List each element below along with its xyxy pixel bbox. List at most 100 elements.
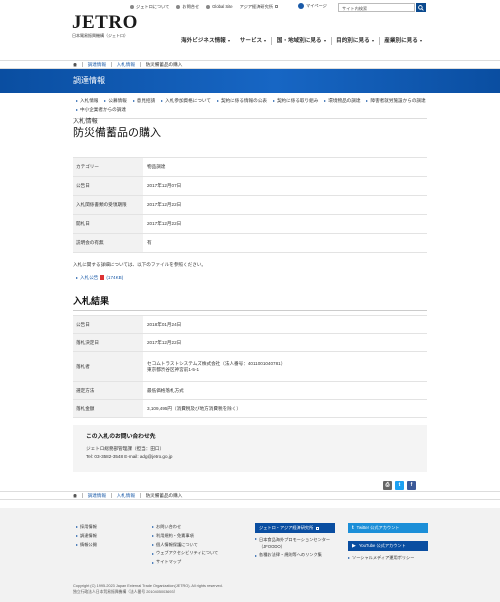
- arrow-right-icon: [104, 99, 107, 102]
- chevron-down-icon: [323, 39, 326, 42]
- utility-link-about[interactable]: ジェトロについて: [130, 4, 169, 9]
- user-icon: [298, 3, 304, 9]
- contact-heading: この入札のお問い合わせ先: [86, 434, 156, 440]
- nav-by-region[interactable]: 国・地域別に見る: [272, 38, 331, 45]
- mypage-link[interactable]: マイページ: [298, 3, 327, 9]
- search-icon: [418, 4, 424, 11]
- footer-col-1: 採用情報 調達情報 情報公開: [76, 523, 97, 549]
- section-title: 調達情報: [73, 76, 105, 85]
- table-row: 説明会の有無有: [73, 233, 427, 253]
- nav-services[interactable]: サービス: [235, 38, 271, 45]
- footer-link-careers[interactable]: 採用情報: [76, 523, 97, 532]
- details-section: カテゴリー 物品調達 公告日 2017年12月07日 入札関係書類の受領期限 2017…: [73, 157, 427, 253]
- results-table-wrap: 公告日 2018年01月24日 落札決定日 2017年12月22日 落札者 セコムトラ…: [73, 315, 427, 418]
- breadcrumb-divider: [139, 493, 141, 498]
- site-footer: 採用情報 調達情報 情報公開 お問い合わせ 利用規約・免責事項 個人情報保護につ…: [0, 508, 500, 602]
- arrow-right-icon: [216, 99, 219, 102]
- breadcrumb-bidding[interactable]: 入札情報: [117, 62, 135, 68]
- footer-link-sitemap[interactable]: サイトマップ: [152, 558, 218, 567]
- footer-link-accessibility[interactable]: ウェブアクセシビリティについて: [152, 549, 218, 558]
- table-row: 落札金額 3,109,495円（消費税及び地方消費税を除く）: [73, 399, 427, 418]
- breadcrumb-procurement[interactable]: 調達情報: [88, 493, 106, 499]
- subnav-contract-disclosure[interactable]: 契約に係る情報の公表: [216, 98, 267, 104]
- share-buttons: ⎙ t f: [383, 481, 416, 490]
- procurement-subnav: 入札情報 公募情報 意見招請 入札参加資格について 契約に係る情報の公表 契約に…: [0, 93, 430, 112]
- home-icon[interactable]: [73, 493, 77, 498]
- table-row: カテゴリー 物品調達: [73, 157, 427, 177]
- info-icon: [130, 4, 134, 9]
- arrow-right-icon: [152, 552, 154, 555]
- footer-ide-button[interactable]: ジェトロ・アジア経済研究所: [255, 523, 335, 533]
- youtube-icon: ▶: [352, 542, 356, 549]
- subnav-public-offering[interactable]: 公募情報: [104, 98, 127, 104]
- arrow-right-icon: [255, 538, 257, 540]
- copyright: Copyright (C) 1995-2023 Japan External T…: [73, 584, 223, 594]
- breadcrumb-divider: [82, 62, 83, 67]
- utility-link-ide[interactable]: アジア経済研究所: [240, 4, 278, 9]
- breadcrumb: 調達情報 入札情報 防災備蓄品の購入: [0, 491, 500, 500]
- pdf-link[interactable]: 入札公告 (174KB): [76, 275, 427, 281]
- details-table: カテゴリー 物品調達 公告日 2017年12月07日 入札関係書類の受領期限 2017…: [73, 157, 427, 253]
- footer-link-laws[interactable]: 各種お法律・規則等へのリンク集: [255, 552, 337, 559]
- subnav-qualification[interactable]: 入札参加資格について: [161, 98, 211, 104]
- section-banner: 調達情報: [0, 69, 500, 93]
- utility-link-contact[interactable]: お問合せ: [176, 4, 199, 9]
- arrow-right-icon: [366, 99, 369, 102]
- twitter-icon[interactable]: t: [395, 481, 404, 490]
- arrow-right-icon: [76, 544, 78, 547]
- results-heading: 入札結果: [73, 296, 110, 306]
- arrow-right-icon: [255, 554, 257, 557]
- footer-link-privacy[interactable]: 個人情報保護について: [152, 541, 218, 550]
- subnav-sme[interactable]: 中小企業者からの調達: [76, 107, 126, 113]
- table-row: 公告日 2018年01月24日: [73, 315, 427, 334]
- table-row: 落札者 セコムトラストシステムズ株式会社（法人番号：4011001040781）東…: [73, 351, 427, 382]
- home-icon[interactable]: [73, 62, 77, 67]
- nav-by-industry[interactable]: 産業別に見る: [379, 38, 427, 45]
- subnav-green-procurement[interactable]: 環境物品の調達: [324, 98, 360, 104]
- arrow-right-icon: [272, 99, 275, 102]
- pdf-icon: [100, 275, 105, 281]
- arrow-right-icon: [152, 561, 154, 564]
- main-nav: 海外ビジネス情報 サービス 国・地域別に見る 目的別に見る 産業別に見る: [176, 37, 427, 45]
- footer-link-jfoodo[interactable]: 日本食品海外プロモーションセンター（JFOODO）: [255, 537, 337, 550]
- results-section: 入札結果: [73, 296, 427, 311]
- arrow-right-icon: [152, 526, 154, 529]
- arrow-right-icon: [161, 99, 164, 102]
- arrow-right-icon: [324, 99, 327, 102]
- page-title: 防災備蓄品の購入: [73, 126, 161, 139]
- search-input[interactable]: サイト内検索: [338, 3, 415, 12]
- globe-icon: [206, 4, 211, 9]
- subnav-disability-facilities[interactable]: 障害者就労施設からの調達: [366, 98, 426, 104]
- facebook-icon[interactable]: f: [407, 481, 416, 490]
- footer-col-3: 日本食品海外プロモーションセンター（JFOODO） 各種お法律・規則等へのリンク…: [255, 537, 337, 559]
- arrow-right-icon: [76, 99, 78, 102]
- footer-link-disclosure[interactable]: 情報公開: [76, 541, 97, 550]
- footer-twitter-button[interactable]: t Twitter 公式アカウント: [348, 523, 428, 533]
- search-button[interactable]: [416, 3, 426, 12]
- breadcrumb-divider: [139, 62, 141, 67]
- footer-youtube-button[interactable]: ▶ YouTube 公式アカウント: [348, 541, 428, 551]
- footer-link-terms[interactable]: 利用規約・免責事項: [152, 532, 218, 541]
- nav-overseas-business[interactable]: 海外ビジネス情報: [176, 38, 235, 45]
- footer-link-contact[interactable]: お問い合わせ: [152, 523, 218, 532]
- nav-by-purpose[interactable]: 目的別に見る: [331, 38, 379, 45]
- arrow-right-icon: [348, 557, 350, 560]
- jetro-logo[interactable]: JETRO 日本貿易振興機構（ジェトロ）: [72, 13, 138, 38]
- external-link-icon: [316, 526, 320, 530]
- subnav-bidding[interactable]: 入札情報: [76, 98, 98, 104]
- utility-link-global[interactable]: Global Site: [206, 4, 233, 9]
- breadcrumb-procurement[interactable]: 調達情報: [88, 62, 106, 68]
- footer-col-4: ソーシャルメディア運用ポリシー: [348, 554, 414, 563]
- table-row: 入札関係書類の受領期限 2017年12月22日: [73, 195, 427, 215]
- subnav-opinion[interactable]: 意見招請: [132, 98, 155, 104]
- footer-link-social-policy[interactable]: ソーシャルメディア運用ポリシー: [348, 554, 414, 563]
- print-icon[interactable]: ⎙: [383, 481, 392, 490]
- note-text: 入札に関する詳細については、以下のファイルを参照ください。: [73, 262, 206, 267]
- table-row: 落札決定日 2017年12月22日: [73, 333, 427, 352]
- breadcrumb-bidding[interactable]: 入札情報: [117, 493, 135, 499]
- breadcrumb-divider: [110, 62, 112, 67]
- table-row: 選定方法 最低価格落札方式: [73, 381, 427, 400]
- footer-link-procurement[interactable]: 調達情報: [76, 532, 97, 541]
- subnav-contract-efforts[interactable]: 契約に係る取り組み: [272, 98, 318, 104]
- chevron-down-icon: [227, 39, 230, 42]
